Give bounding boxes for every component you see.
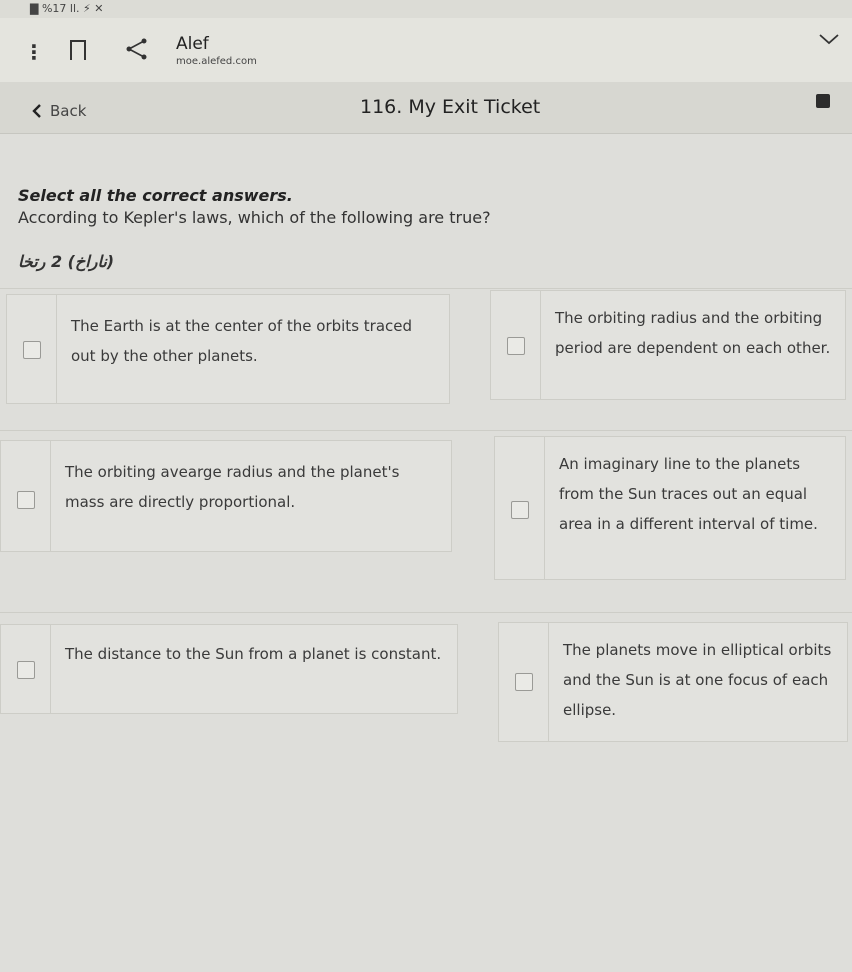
browser-bar: ⋮ Alef moe.alefed.com	[0, 18, 852, 82]
checkbox-area[interactable]	[495, 437, 545, 579]
answer-option[interactable]: The Earth is at the center of the orbits…	[6, 294, 450, 404]
status-text: ▇ %17 ll. ⚡ ✕	[30, 2, 104, 15]
answer-option[interactable]: The planets move in elliptical orbits an…	[498, 622, 848, 742]
chevron-left-icon	[32, 104, 41, 118]
translate-icon[interactable]	[816, 94, 830, 108]
question-content: Select all the correct answers. Accordin…	[0, 134, 852, 972]
back-button[interactable]: Back	[32, 102, 86, 120]
checkbox-area[interactable]	[1, 625, 51, 713]
more-options-icon[interactable]: ⋮	[24, 40, 44, 64]
question-prompt: According to Kepler's laws, which of the…	[18, 208, 491, 227]
option-text: The Earth is at the center of the orbits…	[71, 317, 413, 365]
app-header: Back 116. My Exit Ticket	[0, 82, 852, 134]
bookmark-icon[interactable]	[70, 40, 86, 60]
divider	[0, 612, 852, 613]
instruction-text: Select all the correct answers.	[18, 186, 293, 205]
answer-option[interactable]: The distance to the Sun from a planet is…	[0, 624, 458, 714]
checkbox[interactable]	[511, 501, 529, 519]
status-bar: ▇ %17 ll. ⚡ ✕	[0, 0, 852, 18]
answer-option[interactable]: The orbiting avearge radius and the plan…	[0, 440, 452, 552]
divider	[0, 288, 852, 289]
answer-option[interactable]: The orbiting radius and the orbiting per…	[490, 290, 846, 400]
selection-hint: (ناراخ) 2 رتخا	[18, 252, 115, 271]
back-label: Back	[50, 102, 87, 120]
divider	[0, 430, 852, 431]
checkbox-area[interactable]	[1, 441, 51, 551]
checkbox[interactable]	[23, 341, 41, 359]
checkbox[interactable]	[17, 491, 35, 509]
option-text: The orbiting avearge radius and the plan…	[65, 463, 400, 511]
checkbox-area[interactable]	[491, 291, 541, 399]
site-url: moe.alefed.com	[176, 56, 257, 67]
option-text: The orbiting radius and the orbiting per…	[555, 309, 831, 357]
option-text: The distance to the Sun from a planet is…	[65, 645, 442, 663]
option-text: An imaginary line to the planets from th…	[559, 455, 818, 533]
chevron-down-icon[interactable]	[818, 32, 840, 46]
share-icon[interactable]	[124, 36, 150, 62]
site-title: Alef	[176, 34, 209, 54]
checkbox-area[interactable]	[499, 623, 549, 741]
checkbox-area[interactable]	[7, 295, 57, 403]
answer-option[interactable]: An imaginary line to the planets from th…	[494, 436, 846, 580]
checkbox[interactable]	[507, 337, 525, 355]
option-text: The planets move in elliptical orbits an…	[563, 641, 832, 719]
checkbox[interactable]	[17, 661, 35, 679]
page-title: 116. My Exit Ticket	[360, 96, 541, 118]
checkbox[interactable]	[515, 673, 533, 691]
